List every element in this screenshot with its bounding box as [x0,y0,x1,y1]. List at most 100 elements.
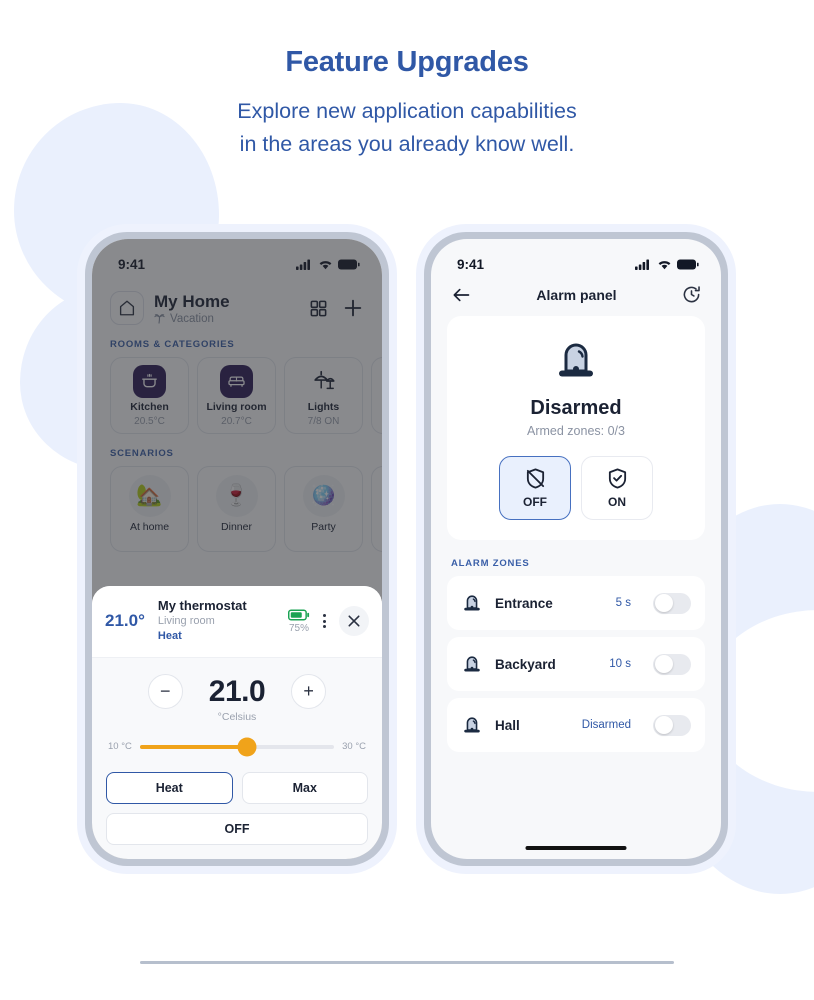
room-value: 20.7°C [221,415,252,427]
sofa-icon [228,376,245,387]
scenario-name: Party [311,521,336,533]
page-root: Feature Upgrades Explore new application… [0,0,814,1000]
zone-value: Disarmed [581,719,631,731]
status-bar-icons [635,259,699,270]
phone-mockup-left: 9:41 My Home Vacation ROOMS & CATEGORIES… [85,232,389,866]
zone-row-entrance[interactable]: Entrance 5 s [447,576,705,630]
alarm-status-card: Disarmed Armed zones: 0/3 OFF ON [447,316,705,540]
scenario-name: At home [129,521,170,533]
page-title: Feature Upgrades [285,46,529,78]
room-value: 7/8 ON [307,415,340,427]
home-header: My Home Vacation [92,279,382,325]
alarm-mode-off-button[interactable]: OFF [499,456,571,520]
scenario-card-games[interactable]: 🎮 Games [371,466,382,552]
temperature-slider[interactable]: 10 °C 30 °C [106,737,368,756]
max-button[interactable]: Max [241,772,368,804]
room-card-living-room[interactable]: Living room 20.7°C [197,357,276,434]
grid-icon[interactable] [309,299,328,318]
scenario-card-at-home[interactable]: 🏡 At home [110,466,189,552]
thermostat-mode: Heat [157,630,182,642]
thermostat-room: Living room [157,615,215,627]
battery-icon [338,259,360,269]
alarm-zones-summary: Armed zones: 0/3 [527,424,625,438]
alarm-mode-on-button[interactable]: ON [581,456,653,520]
wifi-icon [658,260,671,269]
page-subtitle-line-1: Explore new application capabilities [237,99,577,123]
home-indicator-right [525,846,627,850]
lamp-icon-wrap [307,365,340,398]
history-clock-icon[interactable] [682,285,701,304]
page-header: Feature Upgrades Explore new application… [0,0,814,161]
room-card-kitchen[interactable]: Kitchen 20.5°C [110,357,189,434]
zone-toggle[interactable] [653,653,691,675]
scenario-card-party[interactable]: 🪩 Party [284,466,363,552]
status-bar-time: 9:41 [118,256,146,272]
slider-track[interactable] [139,737,335,756]
zone-name: Backyard [495,656,556,672]
more-vertical-icon[interactable] [320,614,329,628]
home-icon-badge[interactable] [110,291,144,325]
plus-icon[interactable] [342,297,364,319]
room-value: 20.5°C [134,415,165,427]
temperature-unit: °Celsius [217,711,257,723]
alarm-siren-icon [559,343,593,377]
rooms-section-label: ROOMS & CATEGORIES [110,339,235,350]
pot-icon-wrap [133,364,166,398]
shield-off-icon [526,468,544,489]
zone-value: 10 s [609,658,631,670]
scenario-name: Dinner [221,521,252,533]
room-name: Kitchen [130,400,169,413]
shield-check-icon [608,468,626,489]
temperature-decrease-button[interactable]: − [147,674,183,709]
room-name: Living room [206,400,267,413]
zone-row-backyard[interactable]: Backyard 10 s [447,637,705,691]
heat-button[interactable]: Heat [106,772,233,804]
room-card-lights[interactable]: Lights 7/8 ON [284,357,363,434]
bottom-divider [140,961,674,964]
thermostat-sheet-header: 21.0° My thermostat Living room Heat 75% [92,586,382,658]
phone-screen-right: 9:41 Alarm panel Disarmed Armed zones: 0… [431,239,721,859]
alarm-siren-icon [464,595,480,611]
home-icon [119,300,135,316]
thermostat-sheet-body: − 21.0 + °Celsius 10 °C 30 °C Heat Max O… [92,658,382,859]
page-subtitle: Explore new application capabilities in … [0,95,814,161]
palm-tree-icon [154,314,165,324]
zone-row-hall[interactable]: Hall Disarmed [447,698,705,752]
battery-icon [677,259,699,269]
zone-name: Entrance [495,595,553,611]
zone-toggle[interactable] [653,714,691,736]
phone-mockup-right: 9:41 Alarm panel Disarmed Armed zones: 0… [424,232,728,866]
status-bar-icons [296,259,360,270]
home-name: My Home [154,291,230,311]
zone-name: Hall [495,717,520,733]
party-icon: 🪩 [302,475,345,517]
rooms-card-row[interactable]: Kitchen 20.5°C Living room 20.7°C Lights… [92,357,382,434]
scenarios-card-row[interactable]: 🏡 At home 🍷 Dinner 🪩 Party 🎮 Games [92,466,382,552]
status-bar-right: 9:41 [431,239,721,279]
arrow-left-icon[interactable] [451,286,471,304]
home-mode-row: Vacation [154,313,309,325]
zone-toggle[interactable] [653,592,691,614]
home-screen: 9:41 My Home Vacation ROOMS & CATEGORIES… [92,239,382,859]
slider-min-label: 10 °C [108,741,132,752]
alarm-mode-on-label: ON [608,495,626,509]
home-mode-label: Vacation [170,312,214,325]
close-icon[interactable] [339,606,369,636]
alarm-zones-section-label: ALARM ZONES [451,558,530,569]
alarm-navbar: Alarm panel [431,279,721,316]
at-home-icon: 🏡 [128,475,171,517]
slider-fill [139,744,247,749]
scenarios-section-label: SCENARIOS [110,448,174,459]
alarm-zones-list: Entrance 5 s Backyard 10 s Hall Disarmed [431,576,721,752]
scenario-card-dinner[interactable]: 🍷 Dinner [197,466,276,552]
page-subtitle-line-2: in the areas you already know well. [239,132,575,156]
room-card-blinds[interactable]: Bl 7/8 [371,357,382,434]
battery-icon [288,609,310,620]
alarm-mode-buttons: OFF ON [447,456,705,520]
wifi-icon [319,260,332,269]
temperature-increase-button[interactable]: + [291,674,327,709]
slider-knob[interactable] [237,737,257,756]
off-button[interactable]: OFF [106,813,368,845]
thermostat-sheet: 21.0° My thermostat Living room Heat 75%… [92,586,382,859]
thermostat-info: My thermostat Living room Heat [158,598,278,644]
